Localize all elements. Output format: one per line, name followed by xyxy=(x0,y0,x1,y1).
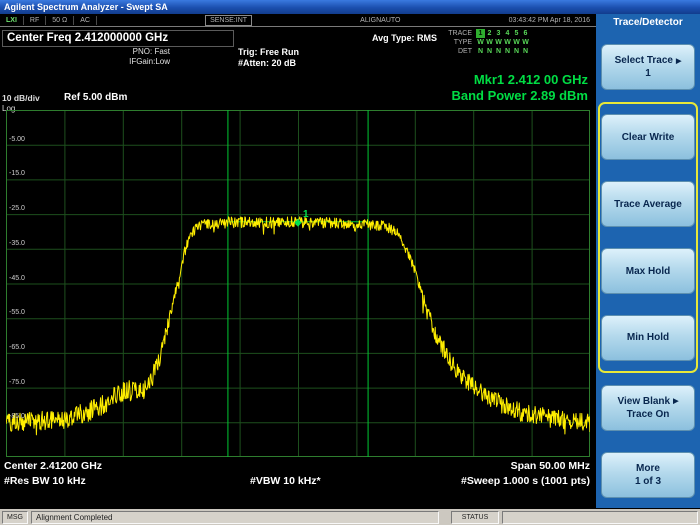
band-power-readout: Band Power 2.89 dBm xyxy=(451,88,588,104)
trace-indicator: 3 xyxy=(494,29,503,38)
rf-indicator: RF xyxy=(24,16,46,25)
detector-indicator: N xyxy=(512,47,521,56)
sweep-footer: #Sweep 1.000 s (1001 pts) xyxy=(461,475,590,487)
trace-type-indicator: W xyxy=(485,38,494,47)
submenu-arrow-icon: ▶ xyxy=(673,397,678,405)
trigger-block: Trig: Free Run #Atten: 20 dB xyxy=(238,47,299,69)
trace-type-indicator: W xyxy=(512,38,521,47)
window-title-bar: Agilent Spectrum Analyzer - Swept SA xyxy=(0,0,700,14)
center-freq-footer: Center 2.41200 GHz xyxy=(4,460,102,472)
ref-level-label: Ref 5.00 dBm xyxy=(64,92,127,103)
impedance-indicator: 50 Ω xyxy=(46,16,74,25)
menu-title: Trace/Detector xyxy=(596,14,700,34)
spectrum-analyzer-screen: Agilent Spectrum Analyzer - Swept SA LXI… xyxy=(0,0,700,525)
status-extra-panel xyxy=(502,511,698,524)
trace-type-group: Clear Write Trace Average Max Hold Min H… xyxy=(598,102,698,373)
trace-type-indicator: W xyxy=(503,38,512,47)
softkey-view-blank[interactable]: View Blank ▶ Trace On xyxy=(601,385,695,431)
plot-canvas: 1 xyxy=(6,110,590,457)
trace-type-indicator: W xyxy=(521,38,530,47)
detector-indicator: N xyxy=(503,47,512,56)
marker-frequency-readout: Mkr1 2.412 00 GHz xyxy=(451,72,588,88)
spectrum-plot: 1 -5.00-15.0-25.0-35.0-45.0-55.0-65.0-75… xyxy=(6,110,590,457)
marker-readout: Mkr1 2.412 00 GHz Band Power 2.89 dBm xyxy=(451,72,588,104)
softkey-trace-average[interactable]: Trace Average xyxy=(601,181,695,227)
sense-indicator: SENSE:INT xyxy=(205,15,252,26)
ifgain-readout: IFGain:Low xyxy=(96,57,170,67)
lxi-indicator: LXI xyxy=(0,16,24,25)
softkey-page-indicator: 1 of 3 xyxy=(635,476,661,487)
trace-indicator: 2 xyxy=(485,29,494,38)
softkey-label: Clear Write xyxy=(622,132,675,143)
msg-label: MSG xyxy=(2,511,28,524)
coupling-indicator: AC xyxy=(74,16,97,25)
scale-per-div-label: 10 dB/div xyxy=(2,93,40,103)
status-message: Alignment Completed xyxy=(31,511,439,524)
marker-1-label: 1 xyxy=(303,209,309,220)
detector-indicator: N xyxy=(485,47,494,56)
display-area: LXI RF 50 Ω AC SENSE:INT ALIGNAUTO 03:43… xyxy=(0,14,596,508)
type-row-label: TYPE xyxy=(440,38,472,47)
detector-indicator: N xyxy=(494,47,503,56)
softkey-clear-write[interactable]: Clear Write xyxy=(601,114,695,160)
instrument-status-bar: LXI RF 50 Ω AC SENSE:INT ALIGNAUTO 03:43… xyxy=(0,14,596,27)
softkey-label: Trace Average xyxy=(614,199,682,210)
span-footer: Span 50.00 MHz xyxy=(511,460,590,472)
align-indicator: ALIGNAUTO xyxy=(360,17,400,24)
trace-row-label: TRACE xyxy=(440,29,472,38)
softkey-min-hold[interactable]: Min Hold xyxy=(601,315,695,361)
detector-indicator: N xyxy=(476,47,485,56)
softkey-menu: Trace/Detector Select Trace ▶ 1 Clear Wr… xyxy=(596,14,700,508)
datetime: 03:43:42 PM Apr 18, 2016 xyxy=(509,17,590,24)
softkey-label: Min Hold xyxy=(627,332,669,343)
window-title: Agilent Spectrum Analyzer - Swept SA xyxy=(4,2,168,12)
trace-status-block: TRACE 1 2 3 4 5 6 TYPE W W W W W W DET N… xyxy=(440,29,594,56)
softkey-value: Trace On xyxy=(627,409,670,420)
trace-type-indicator: W xyxy=(476,38,485,47)
trace-types-row: TYPE W W W W W W xyxy=(440,38,594,47)
softkey-label: More xyxy=(636,463,660,474)
avg-type-readout: Avg Type: RMS xyxy=(372,33,437,43)
atten-readout: #Atten: 20 dB xyxy=(238,58,299,69)
submenu-arrow-icon: ▶ xyxy=(676,57,681,65)
softkey-value: 1 xyxy=(645,68,651,79)
status-message-bar: MSG Alignment Completed STATUS xyxy=(0,508,700,525)
softkey-label: View Blank xyxy=(617,396,670,407)
center-freq-readout: Center Freq 2.412000000 GHz xyxy=(2,30,234,47)
status-label: STATUS xyxy=(451,511,499,524)
softkey-select-trace[interactable]: Select Trace ▶ 1 xyxy=(601,44,695,90)
pno-ifgain-block: PNO: Fast IFGain:Low xyxy=(96,47,170,67)
trigger-readout: Trig: Free Run xyxy=(238,47,299,58)
softkey-max-hold[interactable]: Max Hold xyxy=(601,248,695,294)
softkey-label: Max Hold xyxy=(626,266,670,277)
trace-indicator: 1 xyxy=(476,29,485,38)
rbw-footer: #Res BW 10 kHz xyxy=(4,475,86,487)
trace-type-indicator: W xyxy=(494,38,503,47)
detector-row: DET N N N N N N xyxy=(440,47,594,56)
softkey-more[interactable]: More 1 of 3 xyxy=(601,452,695,498)
softkey-label: Select Trace xyxy=(615,55,673,66)
trace-numbers-row: TRACE 1 2 3 4 5 6 xyxy=(440,29,594,38)
trace-indicator: 6 xyxy=(521,29,530,38)
det-row-label: DET xyxy=(440,47,472,56)
trace-indicator: 5 xyxy=(512,29,521,38)
pno-readout: PNO: Fast xyxy=(96,47,170,57)
detector-indicator: N xyxy=(521,47,530,56)
trace-indicator: 4 xyxy=(503,29,512,38)
vbw-footer: #VBW 10 kHz* xyxy=(250,475,321,487)
